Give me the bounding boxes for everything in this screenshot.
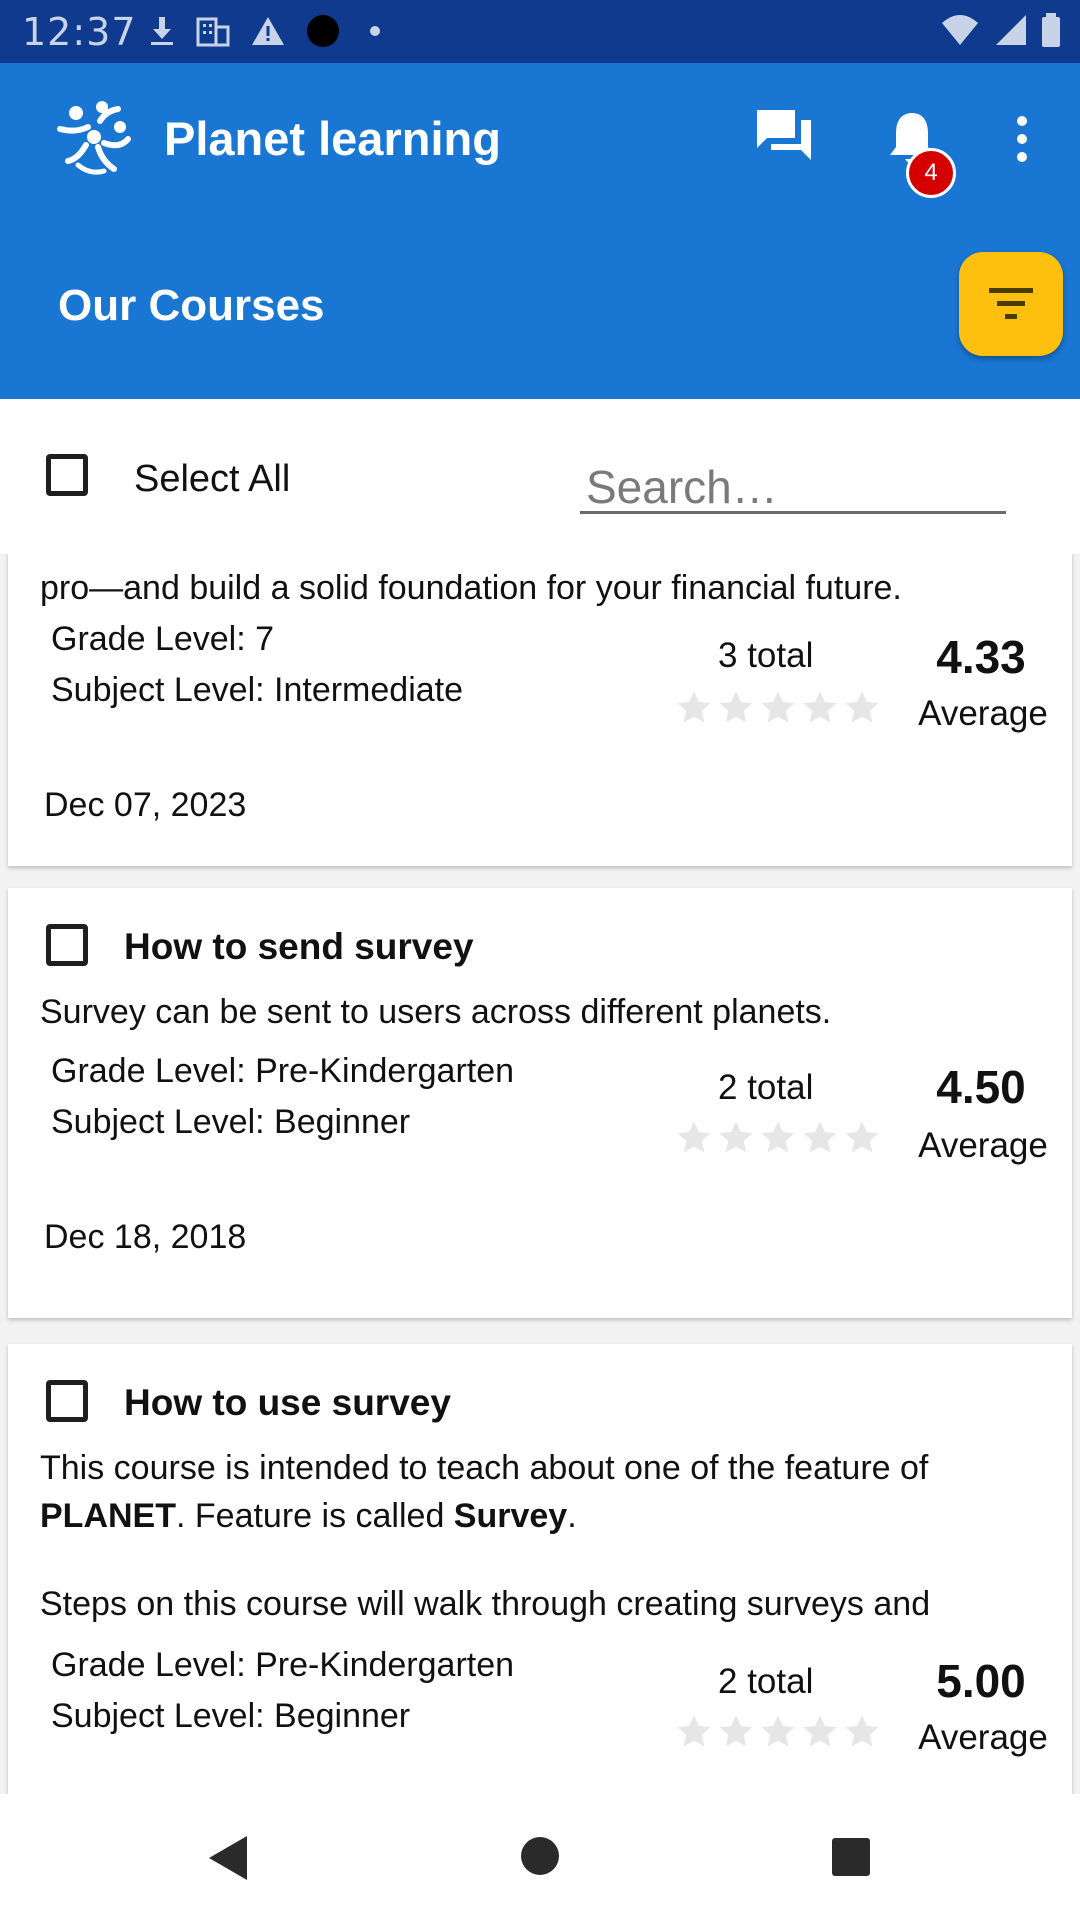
course-card[interactable]: How to send survey Survey can be sent to… bbox=[8, 888, 1072, 1318]
recents-icon[interactable] bbox=[831, 1837, 871, 1877]
app-bar: Planet learning 4 Our Courses bbox=[0, 63, 1080, 399]
rating-average: 4.33 bbox=[936, 631, 1026, 683]
rating-stars[interactable] bbox=[676, 690, 880, 726]
star-icon bbox=[761, 1715, 795, 1747]
course-card[interactable]: pro—and build a solid foundation for you… bbox=[8, 554, 1072, 866]
app-title: Planet learning bbox=[164, 112, 501, 165]
rating-average: 5.00 bbox=[936, 1655, 1026, 1707]
course-meta: Grade Level: Pre-Kindergarten Subject Le… bbox=[51, 1640, 514, 1742]
subject-level: Subject Level: Beginner bbox=[51, 1697, 411, 1735]
system-nav-bar bbox=[0, 1794, 1080, 1920]
star-icon bbox=[719, 1121, 753, 1153]
description-text: This course is intended to teach about o… bbox=[40, 1449, 929, 1487]
description-bold: PLANET bbox=[40, 1497, 176, 1535]
course-description: Survey can be sent to users across diffe… bbox=[40, 993, 832, 1031]
back-icon[interactable] bbox=[205, 1834, 251, 1882]
rating-average-label: Average bbox=[918, 1126, 1048, 1165]
description-text: . bbox=[567, 1497, 577, 1535]
rating-total: 2 total bbox=[718, 1068, 814, 1107]
status-left-icons bbox=[148, 14, 390, 48]
course-title[interactable]: How to send survey bbox=[124, 926, 474, 968]
description-bold: Survey bbox=[453, 1497, 568, 1535]
circle-icon bbox=[307, 15, 339, 47]
course-date: Dec 07, 2023 bbox=[44, 786, 247, 824]
chat-icon[interactable] bbox=[755, 108, 813, 164]
star-icon bbox=[761, 691, 795, 723]
home-icon[interactable] bbox=[520, 1836, 560, 1876]
rating-average-label: Average bbox=[918, 694, 1048, 733]
course-description-paragraph: Steps on this course will walk through c… bbox=[40, 1585, 931, 1623]
grade-level: Grade Level: Pre-Kindergarten bbox=[51, 1646, 515, 1684]
download-icon bbox=[151, 17, 173, 45]
rating-total: 2 total bbox=[718, 1662, 814, 1701]
signal-icon bbox=[996, 15, 1026, 45]
star-icon bbox=[845, 691, 879, 723]
select-all-label: Select All bbox=[134, 458, 291, 500]
battery-icon bbox=[1042, 13, 1060, 47]
status-bar: 12:37 bbox=[0, 0, 1080, 63]
filter-button[interactable] bbox=[959, 252, 1063, 356]
star-icon bbox=[761, 1121, 795, 1153]
page-title: Our Courses bbox=[58, 281, 325, 330]
rating-stars[interactable] bbox=[676, 1714, 880, 1750]
course-meta: Grade Level: Pre-Kindergarten Subject Le… bbox=[51, 1046, 514, 1148]
course-checkbox[interactable] bbox=[46, 924, 88, 966]
subject-level: Subject Level: Beginner bbox=[51, 1103, 411, 1141]
star-icon bbox=[845, 1715, 879, 1747]
rating-total: 3 total bbox=[718, 636, 814, 675]
course-checkbox[interactable] bbox=[46, 1380, 88, 1422]
course-meta: Grade Level: 7 Subject Level: Intermedia… bbox=[51, 614, 463, 716]
grade-level: Grade Level: 7 bbox=[51, 620, 275, 658]
filter-icon bbox=[989, 288, 1033, 319]
star-icon bbox=[719, 691, 753, 723]
star-icon bbox=[677, 691, 711, 723]
description-text: . Feature is called bbox=[176, 1497, 454, 1535]
subject-level: Subject Level: Intermediate bbox=[51, 671, 464, 709]
building-icon bbox=[196, 17, 230, 47]
warning-icon bbox=[252, 17, 284, 45]
course-date: Dec 18, 2018 bbox=[44, 1218, 247, 1256]
select-all-checkbox[interactable] bbox=[46, 454, 88, 496]
notification-badge: 4 bbox=[906, 148, 956, 198]
planet-logo-icon bbox=[57, 101, 131, 175]
more-vert-icon[interactable] bbox=[1012, 115, 1032, 163]
status-time: 12:37 bbox=[22, 10, 137, 54]
star-icon bbox=[719, 1715, 753, 1747]
rating-average-label: Average bbox=[918, 1718, 1048, 1757]
star-icon bbox=[803, 691, 837, 723]
grade-level: Grade Level: Pre-Kindergarten bbox=[51, 1052, 515, 1090]
course-list[interactable]: pro—and build a solid foundation for you… bbox=[0, 554, 1080, 1794]
star-icon bbox=[677, 1715, 711, 1747]
search-input[interactable] bbox=[580, 462, 1006, 514]
wifi-icon bbox=[942, 15, 978, 45]
status-right-icons bbox=[940, 12, 1062, 48]
star-icon bbox=[845, 1121, 879, 1153]
star-icon bbox=[803, 1121, 837, 1153]
dot-icon bbox=[370, 26, 380, 36]
star-icon bbox=[803, 1715, 837, 1747]
course-title[interactable]: How to use survey bbox=[124, 1382, 451, 1424]
rating-stars[interactable] bbox=[676, 1120, 880, 1156]
course-description: pro—and build a solid foundation for you… bbox=[40, 569, 902, 607]
rating-average: 4.50 bbox=[936, 1061, 1026, 1113]
star-icon bbox=[677, 1121, 711, 1153]
course-card[interactable]: How to use survey This course is intende… bbox=[8, 1344, 1072, 1794]
course-description: This course is intended to teach about o… bbox=[40, 1444, 1060, 1540]
